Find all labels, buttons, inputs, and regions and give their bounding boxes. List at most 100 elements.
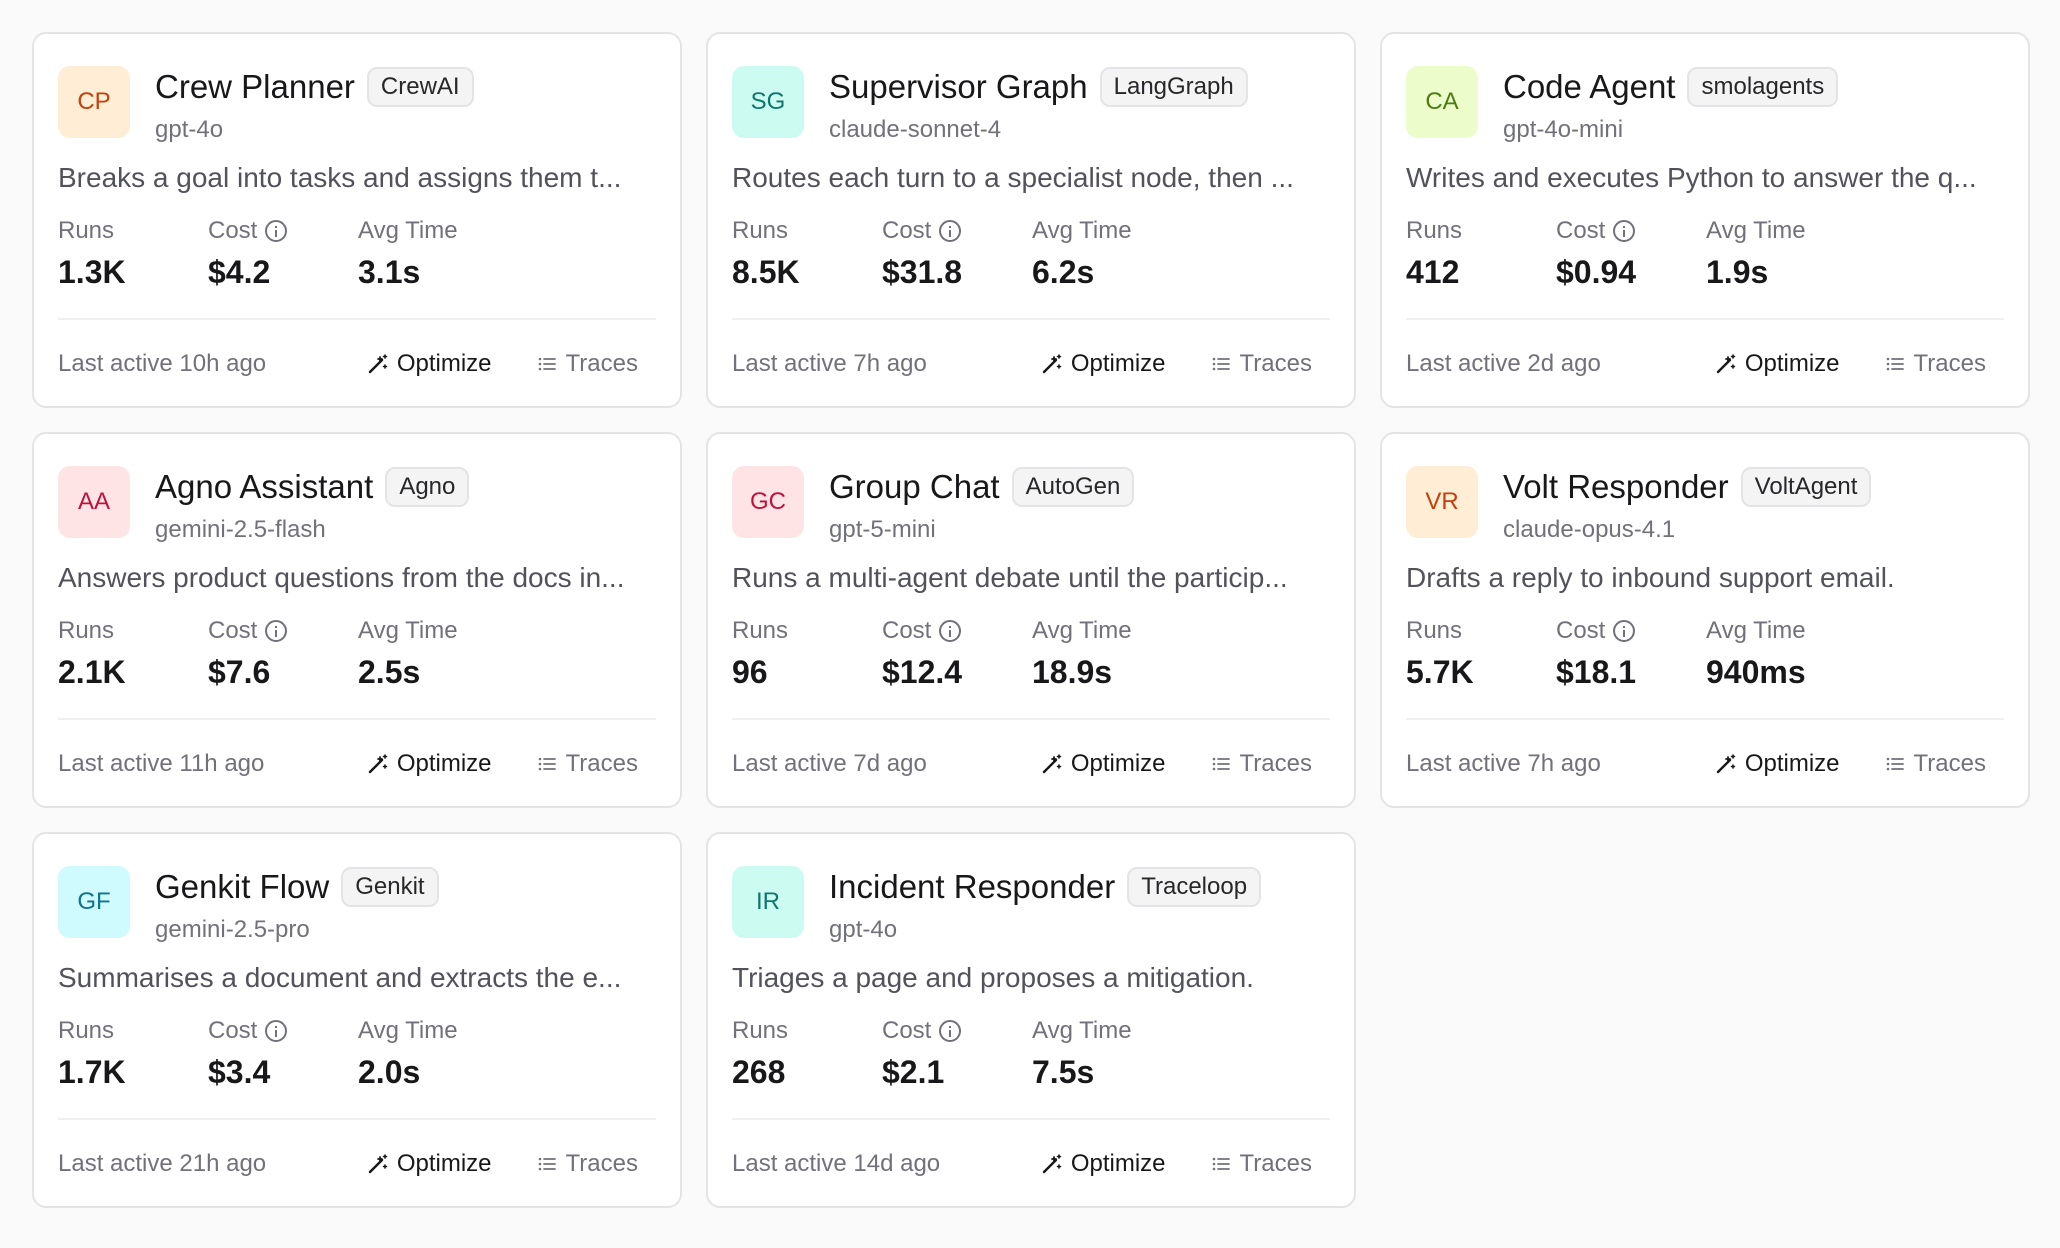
optimize-button[interactable]: Optimize <box>1041 350 1166 378</box>
stats-row: Runs 5.7K Cost $18.1 Avg Time 940ms <box>1406 616 2004 691</box>
stat-runs: Runs 1.3K <box>58 216 208 291</box>
agent-name[interactable]: Volt Responder <box>1503 468 1729 506</box>
stat-label: Runs <box>58 1016 208 1046</box>
traces-button[interactable]: Traces <box>536 750 638 778</box>
card-header: SG Supervisor Graph LangGraph claude-son… <box>732 64 1330 144</box>
avatar-initials: CA <box>1425 88 1459 115</box>
last-active-text: Last active 7h ago <box>1406 750 1601 777</box>
stats-row: Runs 1.3K Cost $4.2 Avg Time 3.1s <box>58 216 656 291</box>
stat-avg-time: Avg Time 7.5s <box>1032 1016 1182 1091</box>
traces-button[interactable]: Traces <box>1210 350 1312 378</box>
optimize-button[interactable]: Optimize <box>1041 1150 1166 1178</box>
optimize-button[interactable]: Optimize <box>367 750 492 778</box>
cost-value: $3.4 <box>208 1054 271 1090</box>
optimize-button[interactable]: Optimize <box>1715 750 1840 778</box>
cost-label: Cost <box>208 1017 258 1044</box>
agent-name[interactable]: Code Agent <box>1503 68 1675 106</box>
stat-label: Runs <box>732 216 882 246</box>
stat-label: Cost <box>882 216 1032 246</box>
traces-button[interactable]: Traces <box>1884 750 1986 778</box>
agent-description: Breaks a goal into tasks and assigns the… <box>58 162 622 193</box>
cost-value: $0.94 <box>1556 254 1637 290</box>
cost-value: $18.1 <box>1556 654 1637 690</box>
card-footer: Last active 14d ago Optimize Traces <box>732 1134 1330 1194</box>
title-row: Agno Assistant Agno <box>155 464 470 510</box>
avg-time-label: Avg Time <box>358 1017 458 1044</box>
optimize-label: Optimize <box>1070 350 1166 377</box>
agent-name[interactable]: Genkit Flow <box>155 868 329 906</box>
agent-name[interactable]: Crew Planner <box>155 68 355 106</box>
avatar: GF <box>58 866 130 938</box>
stats-row: Runs 8.5K Cost $31.8 Avg Time 6.2s <box>732 216 1330 291</box>
runs-value: 96 <box>732 654 768 690</box>
agent-description: Runs a multi-agent debate until the part… <box>732 562 1288 593</box>
card-footer: Last active 2d ago Optimize Traces <box>1406 334 2004 394</box>
cost-label: Cost <box>882 1017 932 1044</box>
stat-cost: Cost $4.2 <box>208 216 358 291</box>
magic-wand-icon <box>368 1154 388 1174</box>
stat-runs: Runs 8.5K <box>732 216 882 291</box>
card-titles: Supervisor Graph LangGraph claude-sonnet… <box>829 64 1248 144</box>
avg-time-label: Avg Time <box>358 617 458 644</box>
agent-name[interactable]: Agno Assistant <box>155 468 373 506</box>
traces-button[interactable]: Traces <box>1884 350 1986 378</box>
framework-badge: Agno <box>385 467 470 507</box>
agent-card[interactable]: CA Code Agent smolagents gpt-4o-mini Wri… <box>1380 32 2030 408</box>
optimize-button[interactable]: Optimize <box>367 350 492 378</box>
stat-label: Cost <box>1556 216 1706 246</box>
traces-label: Traces <box>1239 350 1312 377</box>
info-icon[interactable] <box>265 220 288 242</box>
traces-button[interactable]: Traces <box>536 350 638 378</box>
cost-label: Cost <box>1556 217 1606 244</box>
agent-card[interactable]: CP Crew Planner CrewAI gpt-4o Breaks a g… <box>32 32 682 408</box>
agent-card[interactable]: VR Volt Responder VoltAgent claude-opus-… <box>1380 432 2030 808</box>
last-active-text: Last active 2d ago <box>1406 350 1601 377</box>
info-icon[interactable] <box>1613 620 1636 642</box>
agent-name[interactable]: Supervisor Graph <box>829 68 1088 106</box>
info-icon[interactable] <box>939 220 962 242</box>
agent-name[interactable]: Group Chat <box>829 468 1000 506</box>
stat-label: Avg Time <box>1032 616 1182 646</box>
last-active-text: Last active 7d ago <box>732 750 927 777</box>
model-name: claude-sonnet-4 <box>829 116 1002 143</box>
avg-time-value: 2.5s <box>358 654 421 690</box>
traces-button[interactable]: Traces <box>1210 1150 1312 1178</box>
optimize-button[interactable]: Optimize <box>1041 750 1166 778</box>
info-icon[interactable] <box>265 1020 288 1042</box>
agent-description: Triages a page and proposes a mitigation… <box>732 962 1254 993</box>
agent-card[interactable]: SG Supervisor Graph LangGraph claude-son… <box>706 32 1356 408</box>
info-icon[interactable] <box>939 1020 962 1042</box>
agent-card[interactable]: IR Incident Responder Traceloop gpt-4o T… <box>706 832 1356 1208</box>
stat-avg-time: Avg Time 2.0s <box>358 1016 508 1091</box>
cost-value: $2.1 <box>882 1054 945 1090</box>
stat-label: Cost <box>1556 616 1706 646</box>
cost-value: $31.8 <box>882 254 963 290</box>
optimize-button[interactable]: Optimize <box>367 1150 492 1178</box>
traces-button[interactable]: Traces <box>536 1150 638 1178</box>
card-divider <box>58 1118 656 1120</box>
stat-label: Runs <box>58 616 208 646</box>
agent-name[interactable]: Incident Responder <box>829 868 1115 906</box>
runs-label: Runs <box>58 1017 115 1044</box>
traces-label: Traces <box>565 1150 638 1177</box>
agent-card[interactable]: GF Genkit Flow Genkit gemini-2.5-pro Sum… <box>32 832 682 1208</box>
runs-label: Runs <box>58 217 115 244</box>
traces-button[interactable]: Traces <box>1210 750 1312 778</box>
traces-label: Traces <box>1239 1150 1312 1177</box>
stat-runs: Runs 5.7K <box>1406 616 1556 691</box>
agent-card[interactable]: AA Agno Assistant Agno gemini-2.5-flash … <box>32 432 682 808</box>
stat-label: Runs <box>1406 616 1556 646</box>
card-divider <box>732 318 1330 320</box>
info-icon[interactable] <box>265 620 288 642</box>
stat-label: Avg Time <box>358 216 508 246</box>
stat-cost: Cost $2.1 <box>882 1016 1032 1091</box>
avatar-initials: IR <box>756 888 780 915</box>
stat-label: Runs <box>732 616 882 646</box>
agent-card[interactable]: GC Group Chat AutoGen gpt-5-mini Runs a … <box>706 432 1356 808</box>
stat-runs: Runs 1.7K <box>58 1016 208 1091</box>
runs-value: 2.1K <box>58 654 126 690</box>
info-icon[interactable] <box>939 620 962 642</box>
avg-time-label: Avg Time <box>1706 217 1806 244</box>
optimize-button[interactable]: Optimize <box>1715 350 1840 378</box>
info-icon[interactable] <box>1613 220 1636 242</box>
